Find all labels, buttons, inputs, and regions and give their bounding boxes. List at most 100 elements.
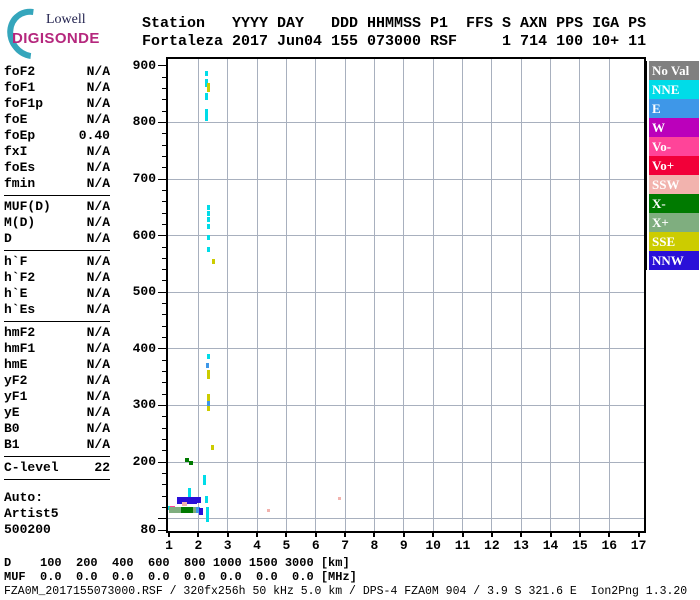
y-axis-minor-tick [162,144,166,146]
gridline-vertical [550,59,552,531]
param-row: yF2 N/A [4,373,110,389]
param-row: D N/A [4,231,110,247]
x-axis-tick [490,531,493,537]
param-label: foEs [4,160,36,175]
x-axis-tick [197,531,200,537]
param-row: fxI N/A [4,144,110,160]
param-label: fmin [4,176,36,191]
param-label: h`E [4,286,28,301]
y-axis-minor-tick [162,280,166,282]
gridline-vertical [579,59,581,531]
gridline-horizontal [168,121,644,123]
param-value: N/A [86,231,110,246]
y-axis-minor-tick [162,438,166,440]
y-axis-minor-tick [162,257,166,259]
footer-line: Auto: [4,490,44,505]
x-axis-label: 2 [194,538,203,553]
param-row: foEs N/A [4,160,110,176]
legend-item: W [649,118,699,137]
y-axis-label: 800 [132,114,156,130]
param-label: fxI [4,144,28,159]
y-axis-minor-tick [162,212,166,214]
panel-divider [4,456,110,457]
y-axis-major-tick [158,291,166,293]
x-axis-label: 5 [282,538,291,553]
y-axis-minor-tick [162,269,166,271]
param-value: N/A [86,80,110,95]
param-value: N/A [86,254,110,269]
x-axis-tick [168,531,170,537]
y-axis-minor-tick [162,506,166,508]
x-axis-tick [608,531,611,537]
logo-lowell-text: Lowell [46,12,86,27]
param-row: foF1 N/A [4,80,110,96]
header-values-line: Fortaleza 2017 Jun04 155 073000 RSF 1 71… [142,33,647,50]
y-axis-label: 200 [132,454,156,470]
param-value: N/A [86,215,110,230]
y-axis-major-tick [158,461,166,463]
echo-point [206,83,210,93]
legend-divider [645,61,647,270]
param-value: N/A [86,64,110,79]
x-axis-tick [461,531,464,537]
echo-point [205,363,209,369]
y-axis-minor-tick [162,201,166,203]
station-header: Station YYYY DAY DDD HHMMSS P1 FFS S AXN… [142,15,646,51]
y-axis-minor-tick [162,495,166,497]
param-label: yF2 [4,373,28,388]
param-value: N/A [86,96,110,111]
param-row: M(D) N/A [4,215,110,231]
autoscaler-footer: Auto: Artist5 500200 [4,490,110,538]
param-value: N/A [86,373,110,388]
gridline-horizontal [168,235,644,237]
echo-point [207,369,211,379]
y-axis-minor-tick [162,371,166,373]
param-value: N/A [86,437,110,452]
status-line: FZA0M_2017155073000.RSF / 320fx256h 50 k… [4,585,688,598]
gridline-vertical [227,59,229,531]
param-value: N/A [86,176,110,191]
legend-item: X- [649,194,699,213]
legend-item: SSE [649,232,699,251]
y-axis-major-tick [158,178,166,180]
y-axis-minor-tick [162,337,166,339]
y-axis-minor-tick [162,450,166,452]
param-label: yF1 [4,389,28,404]
echo-point [206,247,210,253]
y-axis-label: 700 [132,171,156,187]
y-axis-label: 400 [132,340,156,356]
echo-point [206,354,210,360]
param-label: D [4,231,12,246]
y-axis-minor-tick [162,99,166,101]
param-label: MUF(D) [4,199,51,214]
echo-color-legend: No Val NNE E W Vo- Vo+ SSW X- X+ SSE NNW [649,61,699,270]
distance-row: D 100 200 400 600 800 1000 1500 3000 [km… [4,556,350,570]
param-row: hmF2 N/A [4,325,110,341]
param-row: foF2 N/A [4,64,110,80]
y-axis-major-tick [158,404,166,406]
param-value: N/A [86,199,110,214]
param-label: B0 [4,421,20,436]
gridline-horizontal [168,291,644,293]
param-value: N/A [86,112,110,127]
echo-point [210,444,214,450]
y-axis-minor-tick [162,359,166,361]
y-axis-label: 80 [140,522,156,537]
gridline-vertical [403,59,405,531]
param-label: h`F2 [4,270,36,285]
gridline-vertical [256,59,258,531]
param-value: N/A [86,302,110,317]
param-row: yF1 N/A [4,389,110,405]
y-axis-minor-tick [162,325,166,327]
param-row: foE N/A [4,112,110,128]
param-label: h`F [4,254,28,269]
param-row: foEp 0.40 [4,128,110,144]
footer-line: Artist5 [4,506,59,521]
panel-divider [4,479,110,480]
x-axis-label: 3 [223,538,232,553]
legend-item: X+ [649,213,699,232]
y-axis-minor-tick [162,393,166,395]
y-axis-major-tick [158,348,166,350]
x-axis-tick [520,531,523,537]
x-axis-label: 12 [484,538,500,553]
